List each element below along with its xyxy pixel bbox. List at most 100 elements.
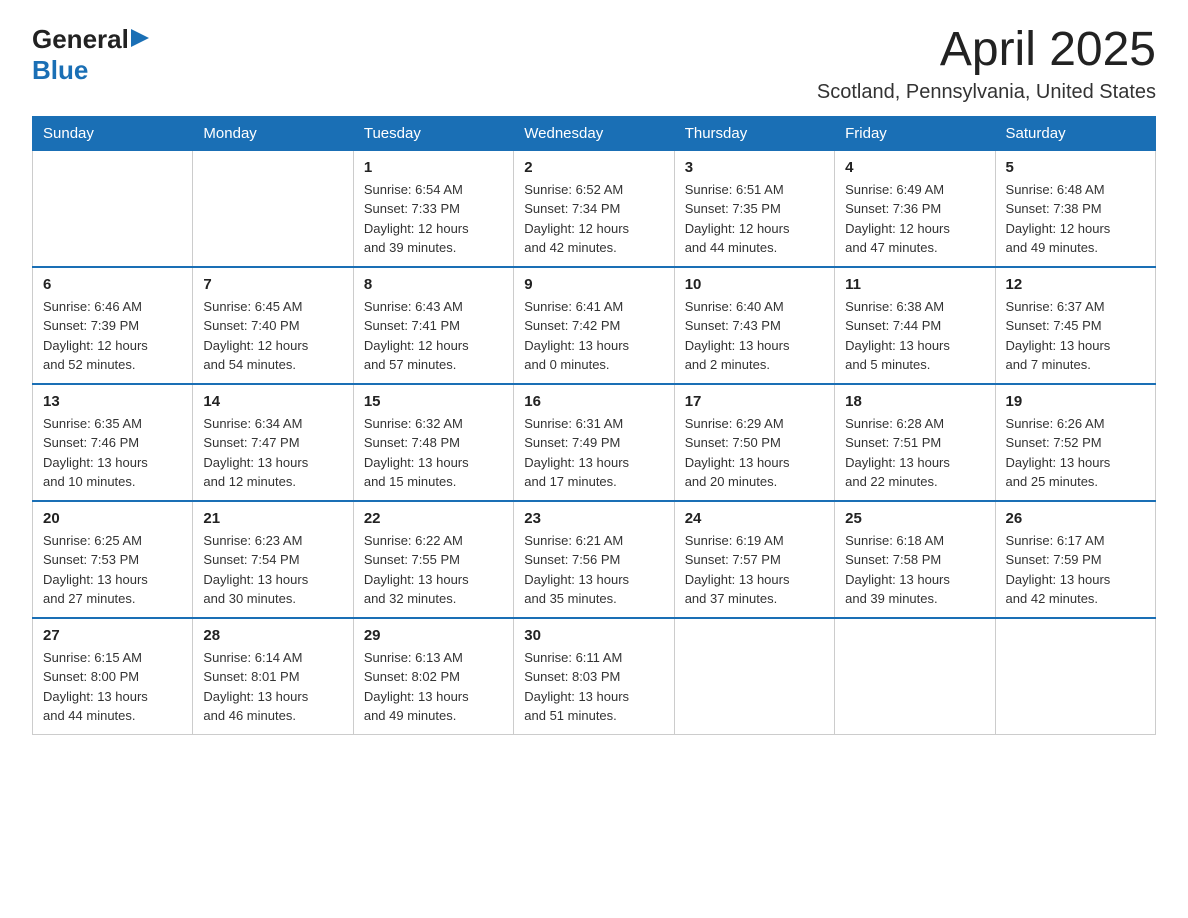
calendar-cell: 19Sunrise: 6:26 AM Sunset: 7:52 PM Dayli… bbox=[995, 384, 1155, 501]
weekday-header-monday: Monday bbox=[193, 116, 353, 150]
day-info: Sunrise: 6:23 AM Sunset: 7:54 PM Dayligh… bbox=[203, 531, 342, 609]
calendar-cell: 9 Sunrise: 6:41 AM Sunset: 7:42 PM Daylig… bbox=[514, 267, 674, 384]
calendar-cell: 26 Sunrise: 6:17 AM Sunset: 7:59 PM Dayli… bbox=[995, 501, 1155, 618]
calendar-cell bbox=[674, 618, 834, 735]
calendar-cell bbox=[33, 150, 193, 267]
weekday-header-thursday: Thursday bbox=[674, 116, 834, 150]
day-number: 25 bbox=[845, 510, 984, 527]
calendar-cell: 1 Sunrise: 6:54 AM Sunset: 7:33 PM Daylig… bbox=[353, 150, 513, 267]
calendar-cell: 25 Sunrise: 6:18 AM Sunset: 7:58 PM Dayli… bbox=[835, 501, 995, 618]
calendar-cell: 3Sunrise: 6:51 AM Sunset: 7:35 PM Daylig… bbox=[674, 150, 834, 267]
calendar-cell: 16Sunrise: 6:31 AM Sunset: 7:49 PM Dayli… bbox=[514, 384, 674, 501]
day-info: Sunrise: 6:18 AM Sunset: 7:58 PM Dayligh… bbox=[845, 531, 984, 609]
weekday-header-tuesday: Tuesday bbox=[353, 116, 513, 150]
day-info: Sunrise: 6:17 AM Sunset: 7:59 PM Dayligh… bbox=[1006, 531, 1145, 609]
day-number: 4 bbox=[845, 159, 984, 176]
day-number: 18 bbox=[845, 393, 984, 410]
day-info: Sunrise: 6:21 AM Sunset: 7:56 PM Dayligh… bbox=[524, 531, 663, 609]
day-number: 5 bbox=[1006, 159, 1145, 176]
day-number: 16 bbox=[524, 393, 663, 410]
calendar-week-row: 13 Sunrise: 6:35 AM Sunset: 7:46 PM Dayli… bbox=[33, 384, 1156, 501]
day-info: Sunrise: 6:37 AM Sunset: 7:45 PM Dayligh… bbox=[1006, 297, 1145, 375]
calendar-table: SundayMondayTuesdayWednesdayThursdayFrid… bbox=[32, 116, 1156, 735]
calendar-cell: 27 Sunrise: 6:15 AM Sunset: 8:00 PM Dayli… bbox=[33, 618, 193, 735]
weekday-header-sunday: Sunday bbox=[33, 116, 193, 150]
calendar-cell: 5 Sunrise: 6:48 AM Sunset: 7:38 PM Daylig… bbox=[995, 150, 1155, 267]
title-block: April 2025 Scotland, Pennsylvania, Unite… bbox=[817, 24, 1156, 104]
day-info: Sunrise: 6:52 AM Sunset: 7:34 PM Dayligh… bbox=[524, 180, 663, 258]
calendar-cell: 15 Sunrise: 6:32 AM Sunset: 7:48 PM Dayli… bbox=[353, 384, 513, 501]
day-number: 7 bbox=[203, 276, 342, 293]
calendar-cell: 11Sunrise: 6:38 AM Sunset: 7:44 PM Dayli… bbox=[835, 267, 995, 384]
day-info: Sunrise: 6:25 AM Sunset: 7:53 PM Dayligh… bbox=[43, 531, 182, 609]
day-number: 1 bbox=[364, 159, 503, 176]
calendar-week-row: 6Sunrise: 6:46 AM Sunset: 7:39 PM Daylig… bbox=[33, 267, 1156, 384]
month-title: April 2025 bbox=[817, 24, 1156, 77]
day-number: 28 bbox=[203, 627, 342, 644]
logo: General Blue bbox=[32, 24, 149, 86]
calendar-week-row: 27 Sunrise: 6:15 AM Sunset: 8:00 PM Dayli… bbox=[33, 618, 1156, 735]
calendar-cell: 14 Sunrise: 6:34 AM Sunset: 7:47 PM Dayli… bbox=[193, 384, 353, 501]
calendar-cell: 17 Sunrise: 6:29 AM Sunset: 7:50 PM Dayli… bbox=[674, 384, 834, 501]
header: General Blue April 2025 Scotland, Pennsy… bbox=[32, 24, 1156, 104]
day-number: 14 bbox=[203, 393, 342, 410]
logo-triangle-icon bbox=[131, 29, 149, 47]
calendar-cell: 21 Sunrise: 6:23 AM Sunset: 7:54 PM Dayli… bbox=[193, 501, 353, 618]
calendar-cell bbox=[835, 618, 995, 735]
day-number: 30 bbox=[524, 627, 663, 644]
day-info: Sunrise: 6:35 AM Sunset: 7:46 PM Dayligh… bbox=[43, 414, 182, 492]
calendar-cell: 13 Sunrise: 6:35 AM Sunset: 7:46 PM Dayli… bbox=[33, 384, 193, 501]
day-number: 23 bbox=[524, 510, 663, 527]
day-info: Sunrise: 6:22 AM Sunset: 7:55 PM Dayligh… bbox=[364, 531, 503, 609]
day-info: Sunrise: 6:41 AM Sunset: 7:42 PM Dayligh… bbox=[524, 297, 663, 375]
day-info: Sunrise: 6:13 AM Sunset: 8:02 PM Dayligh… bbox=[364, 648, 503, 726]
day-info: Sunrise: 6:19 AM Sunset: 7:57 PM Dayligh… bbox=[685, 531, 824, 609]
calendar-cell: 23 Sunrise: 6:21 AM Sunset: 7:56 PM Dayli… bbox=[514, 501, 674, 618]
logo-blue-text: Blue bbox=[32, 55, 88, 86]
day-info: Sunrise: 6:51 AM Sunset: 7:35 PM Dayligh… bbox=[685, 180, 824, 258]
weekday-header-wednesday: Wednesday bbox=[514, 116, 674, 150]
day-number: 27 bbox=[43, 627, 182, 644]
location-subtitle: Scotland, Pennsylvania, United States bbox=[817, 81, 1156, 104]
day-number: 15 bbox=[364, 393, 503, 410]
day-info: Sunrise: 6:14 AM Sunset: 8:01 PM Dayligh… bbox=[203, 648, 342, 726]
calendar-cell bbox=[995, 618, 1155, 735]
day-number: 13 bbox=[43, 393, 182, 410]
calendar-cell: 2 Sunrise: 6:52 AM Sunset: 7:34 PM Daylig… bbox=[514, 150, 674, 267]
calendar-cell: 4 Sunrise: 6:49 AM Sunset: 7:36 PM Daylig… bbox=[835, 150, 995, 267]
day-number: 2 bbox=[524, 159, 663, 176]
day-number: 21 bbox=[203, 510, 342, 527]
day-number: 20 bbox=[43, 510, 182, 527]
day-info: Sunrise: 6:11 AM Sunset: 8:03 PM Dayligh… bbox=[524, 648, 663, 726]
calendar-cell: 6Sunrise: 6:46 AM Sunset: 7:39 PM Daylig… bbox=[33, 267, 193, 384]
day-info: Sunrise: 6:49 AM Sunset: 7:36 PM Dayligh… bbox=[845, 180, 984, 258]
day-number: 22 bbox=[364, 510, 503, 527]
day-info: Sunrise: 6:32 AM Sunset: 7:48 PM Dayligh… bbox=[364, 414, 503, 492]
day-info: Sunrise: 6:28 AM Sunset: 7:51 PM Dayligh… bbox=[845, 414, 984, 492]
day-info: Sunrise: 6:48 AM Sunset: 7:38 PM Dayligh… bbox=[1006, 180, 1145, 258]
day-info: Sunrise: 6:29 AM Sunset: 7:50 PM Dayligh… bbox=[685, 414, 824, 492]
day-info: Sunrise: 6:26 AM Sunset: 7:52 PM Dayligh… bbox=[1006, 414, 1145, 492]
day-number: 17 bbox=[685, 393, 824, 410]
day-info: Sunrise: 6:54 AM Sunset: 7:33 PM Dayligh… bbox=[364, 180, 503, 258]
calendar-cell: 20 Sunrise: 6:25 AM Sunset: 7:53 PM Dayli… bbox=[33, 501, 193, 618]
calendar-cell: 7Sunrise: 6:45 AM Sunset: 7:40 PM Daylig… bbox=[193, 267, 353, 384]
calendar-cell: 28 Sunrise: 6:14 AM Sunset: 8:01 PM Dayli… bbox=[193, 618, 353, 735]
day-info: Sunrise: 6:34 AM Sunset: 7:47 PM Dayligh… bbox=[203, 414, 342, 492]
weekday-header-row: SundayMondayTuesdayWednesdayThursdayFrid… bbox=[33, 116, 1156, 150]
calendar-cell bbox=[193, 150, 353, 267]
calendar-week-row: 1 Sunrise: 6:54 AM Sunset: 7:33 PM Daylig… bbox=[33, 150, 1156, 267]
day-info: Sunrise: 6:15 AM Sunset: 8:00 PM Dayligh… bbox=[43, 648, 182, 726]
day-number: 11 bbox=[845, 276, 984, 293]
day-number: 9 bbox=[524, 276, 663, 293]
logo-general-text: General bbox=[32, 24, 129, 55]
weekday-header-saturday: Saturday bbox=[995, 116, 1155, 150]
calendar-cell: 30 Sunrise: 6:11 AM Sunset: 8:03 PM Dayli… bbox=[514, 618, 674, 735]
day-number: 6 bbox=[43, 276, 182, 293]
weekday-header-friday: Friday bbox=[835, 116, 995, 150]
calendar-cell: 29Sunrise: 6:13 AM Sunset: 8:02 PM Dayli… bbox=[353, 618, 513, 735]
day-number: 26 bbox=[1006, 510, 1145, 527]
calendar-cell: 10Sunrise: 6:40 AM Sunset: 7:43 PM Dayli… bbox=[674, 267, 834, 384]
calendar-cell: 18 Sunrise: 6:28 AM Sunset: 7:51 PM Dayli… bbox=[835, 384, 995, 501]
day-number: 24 bbox=[685, 510, 824, 527]
